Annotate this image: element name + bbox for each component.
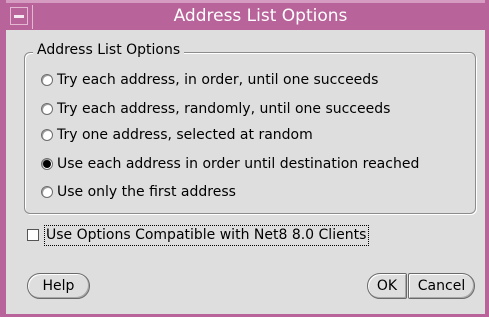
cancel-button[interactable]: Cancel: [408, 273, 475, 299]
checkbox-icon[interactable]: [27, 229, 39, 241]
radio-button-icon[interactable]: [41, 186, 53, 198]
radio-button-icon[interactable]: [41, 103, 53, 115]
ok-button[interactable]: OK: [367, 273, 407, 299]
radio-button-icon[interactable]: [41, 129, 53, 141]
radio-option-random[interactable]: Try each address, randomly, until one su…: [41, 98, 390, 120]
radio-label: Use each address in order until destinat…: [57, 156, 420, 172]
radio-label: Try one address, selected at random: [57, 127, 313, 143]
radio-label: Try each address, in order, until one su…: [57, 72, 379, 88]
checkbox-label: Use Options Compatible with Net8 8.0 Cli…: [44, 224, 370, 246]
radio-button-icon[interactable]: [41, 74, 53, 86]
radio-button-selected-icon[interactable]: [41, 158, 53, 170]
radio-option-first-only[interactable]: Use only the first address: [41, 181, 236, 203]
radio-label: Use only the first address: [57, 184, 236, 200]
net8-compat-checkbox-row[interactable]: Use Options Compatible with Net8 8.0 Cli…: [27, 224, 370, 246]
title-bar[interactable]: Address List Options: [6, 0, 485, 30]
radio-option-one-random[interactable]: Try one address, selected at random: [41, 124, 313, 146]
radio-option-destination-reached[interactable]: Use each address in order until destinat…: [41, 153, 419, 175]
window-title: Address List Options: [173, 6, 348, 26]
radio-label: Try each address, randomly, until one su…: [57, 101, 391, 117]
group-legend: Address List Options: [33, 42, 185, 58]
help-button[interactable]: Help: [27, 273, 90, 299]
radio-option-in-order[interactable]: Try each address, in order, until one su…: [41, 69, 378, 91]
